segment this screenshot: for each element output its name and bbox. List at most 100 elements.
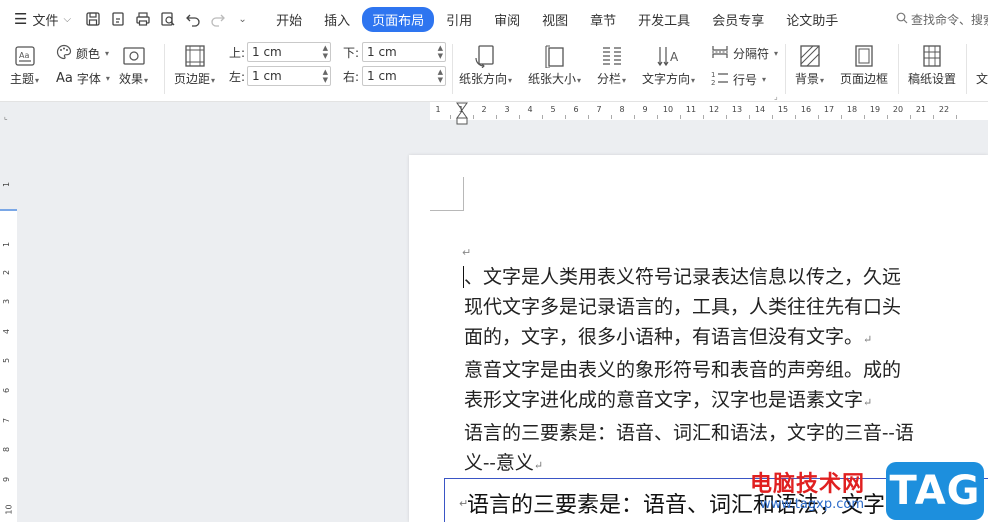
right-margin-input[interactable]: 1 cm ▲ ▼ <box>362 66 446 86</box>
top-margin-input[interactable]: 1 cm ▲ ▼ <box>247 42 331 62</box>
svg-text:A: A <box>670 50 679 64</box>
ruler-tick-label: 7 <box>596 105 602 114</box>
left-margin-input[interactable]: 1 cm ▲ ▼ <box>247 66 331 86</box>
left-margin-label: 左: <box>229 70 246 84</box>
tab-paper-assistant[interactable]: 论文助手 <box>776 7 848 32</box>
ruler-tick-label: 7 <box>2 417 12 424</box>
ruler-tick-label: 6 <box>2 387 12 394</box>
ruler-tick-mark <box>748 115 750 119</box>
dialog-launcher-icon[interactable]: ⌟ <box>774 92 778 101</box>
tab-insert[interactable]: 插入 <box>314 7 360 32</box>
ribbon-tabs: 开始 插入 页面布局 引用 审阅 视图 章节 开发工具 会员专享 论文助手 <box>266 6 848 32</box>
save-icon[interactable] <box>83 10 102 29</box>
spinner-arrows-icon[interactable]: ▲ ▼ <box>323 67 328 85</box>
tab-references[interactable]: 引用 <box>436 7 482 32</box>
print-icon[interactable] <box>133 10 152 29</box>
ruler-tick-label: 2 <box>481 105 487 114</box>
horizontal-ruler: 1 1 2 3 4 5 6 7 8 9 10 11 12 13 14 15 16 17 18 19 20 21 22 <box>0 102 988 125</box>
tab-section[interactable]: 章节 <box>580 7 626 32</box>
ruler-tick-mark <box>725 115 727 119</box>
ruler-tick-label: 8 <box>619 105 625 114</box>
spinner-arrows-icon[interactable]: ▲ ▼ <box>323 43 328 61</box>
background-label: 背景 <box>795 72 820 86</box>
margins-button[interactable]: 页边距▾ <box>174 42 215 88</box>
more-button[interactable]: 文 <box>976 42 988 88</box>
draft-paper-label: 稿纸设置 <box>908 72 957 86</box>
paper-size-button[interactable]: 纸张大小▾ <box>528 42 581 88</box>
effect-button[interactable]: 效果▾ <box>119 42 148 88</box>
tab-view[interactable]: 视图 <box>532 7 578 32</box>
watermark-logo: TAG <box>886 462 984 520</box>
ruler-tick-label: 1 <box>435 105 441 114</box>
page-break-icon <box>711 44 729 63</box>
color-button[interactable]: 颜色 ▾ <box>56 44 109 63</box>
spinner-arrows-icon[interactable]: ▲ ▼ <box>438 67 443 85</box>
print-preview-icon[interactable] <box>158 10 177 29</box>
document-body[interactable]: 、文字是人类用表义符号记录表达信息以传之，久远 现代文字多是记录语言的，工具，人… <box>464 262 988 481</box>
ruler-margin-marker[interactable] <box>0 209 17 211</box>
command-search[interactable]: 查找命令、搜索 <box>896 11 988 28</box>
ruler-tick-label: 10 <box>662 105 674 114</box>
ruler-tick-label: 6 <box>573 105 579 114</box>
ruler-tick-label: 3 <box>2 298 12 305</box>
background-button[interactable]: 背景▾ <box>795 42 824 88</box>
hamburger-icon: ☰ <box>14 10 28 28</box>
bottom-margin-input[interactable]: 1 cm ▲ ▼ <box>362 42 446 62</box>
redo-icon[interactable] <box>208 10 227 29</box>
ruler-tick-mark <box>587 115 589 119</box>
customize-toolbar-icon[interactable]: ⌄ <box>233 10 252 29</box>
font-label: 字体 <box>76 72 101 86</box>
caret-down-icon: ▾ <box>35 76 40 85</box>
ruler-tick-label: 15 <box>777 105 789 114</box>
text-direction-button[interactable]: A 文字方向▾ <box>642 42 695 88</box>
paragraph-mark-icon: ↵ <box>533 459 544 472</box>
separator-label: 分隔符 <box>733 47 770 61</box>
svg-text:Aa: Aa <box>19 51 29 60</box>
columns-button[interactable]: 分栏▾ <box>597 42 626 88</box>
font-icon: Aa <box>56 71 73 86</box>
ribbon-divider <box>785 44 786 94</box>
orientation-button[interactable]: 纸张方向▾ <box>459 42 512 88</box>
doc-line: 意音文字是由表义的象形符号和表音的声旁组。成的 <box>464 359 902 381</box>
theme-button[interactable]: Aa 主题▾ <box>10 42 39 88</box>
top-margin-label: 上: <box>229 46 246 60</box>
columns-icon <box>600 42 624 70</box>
separator-button[interactable]: 分隔符 ▾ <box>711 44 778 63</box>
ruler-tick-label: 10 <box>4 504 14 515</box>
tab-home[interactable]: 开始 <box>266 7 312 32</box>
ruler-tick-label: 1 <box>458 105 464 114</box>
quick-access-toolbar: ⌄ <box>79 10 252 29</box>
ruler-tick-mark <box>679 115 681 119</box>
doc-line: 、文字是人类用表义符号记录表达信息以传之，久远 <box>464 266 902 288</box>
background-icon <box>799 42 821 70</box>
tab-review[interactable]: 审阅 <box>484 7 530 32</box>
tab-page-layout[interactable]: 页面布局 <box>362 6 435 32</box>
ruler-tick-label: 4 <box>527 105 533 114</box>
menu-bar: ☰ 文件 ⌵ ⌄ 开始 插入 页面布局 引用 审阅 视图 章节 开发工具 会员专… <box>0 0 988 38</box>
file-menu-button[interactable]: ☰ 文件 ⌵ <box>0 0 79 38</box>
font-button[interactable]: Aa 字体 ▾ <box>56 70 110 87</box>
undo-icon[interactable] <box>183 10 202 29</box>
columns-label: 分栏 <box>597 72 622 86</box>
ruler-tick-mark <box>909 115 911 119</box>
ruler-tick-label: 5 <box>2 357 12 364</box>
ruler-tick-label: 3 <box>504 105 510 114</box>
page-border-label: 页面边框 <box>840 72 889 86</box>
svg-text:1: 1 <box>711 71 715 79</box>
ruler-tick-mark <box>840 115 842 119</box>
ruler-tick-label: 22 <box>938 105 950 114</box>
ruler-tick-mark <box>932 115 934 119</box>
line-number-button[interactable]: 12 行号 ▾ <box>711 70 766 89</box>
spinner-arrows-icon[interactable]: ▲ ▼ <box>438 43 443 61</box>
page-border-button[interactable]: 页面边框 <box>840 42 888 88</box>
ruler-tick-label: 13 <box>731 105 743 114</box>
ruler-tick-mark <box>955 115 957 119</box>
ruler-tick-mark <box>633 115 635 119</box>
export-pdf-icon[interactable] <box>108 10 127 29</box>
tab-member[interactable]: 会员专享 <box>702 7 774 32</box>
tab-developer[interactable]: 开发工具 <box>628 7 700 32</box>
draft-paper-button[interactable]: 稿纸设置 <box>908 42 956 88</box>
ruler-tick-label: 17 <box>823 105 835 114</box>
paper-size-label: 纸张大小 <box>528 72 577 86</box>
ruler-tick-label: 14 <box>754 105 766 114</box>
